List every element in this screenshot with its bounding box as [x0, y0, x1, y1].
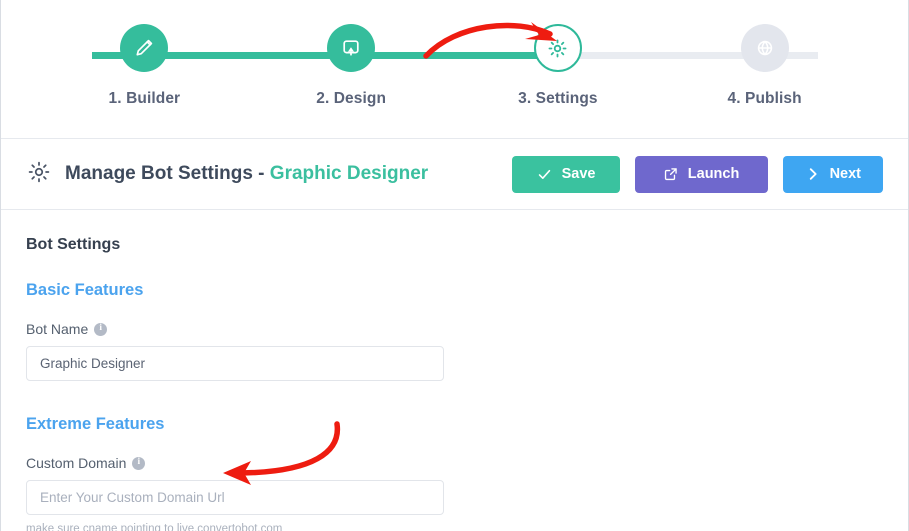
page-title: Manage Bot Settings - Graphic Designer [65, 163, 428, 185]
check-icon [536, 166, 553, 183]
monitor-icon [339, 36, 363, 60]
setup-stepper: 1. Builder 2. Design 3. Settings 4. Publ… [1, 0, 908, 139]
step-design-label: 2. Design [316, 90, 387, 107]
basic-features-group: Basic Features Bot Name i [26, 281, 883, 381]
step-settings-label: 3. Settings [518, 90, 598, 107]
step-settings-circle[interactable] [533, 24, 582, 72]
page-header: Manage Bot Settings - Graphic Designer S… [1, 139, 908, 210]
custom-domain-help-text: make sure cname pointing to live.convert… [26, 523, 283, 531]
extreme-features-group: Extreme Features Custom Domain i make su… [26, 415, 883, 531]
extreme-features-title: Extreme Features [26, 415, 165, 433]
info-icon[interactable]: i [94, 322, 108, 336]
basic-features-title: Basic Features [26, 281, 144, 299]
step-design-circle[interactable] [327, 24, 376, 72]
save-button-label: Save [561, 166, 596, 182]
next-button-label: Next [829, 166, 861, 182]
chevron-right-icon [805, 166, 821, 182]
step-publish-circle[interactable] [740, 24, 789, 72]
page-title-bot-name: Graphic Designer [269, 163, 429, 184]
custom-domain-label: Custom Domain i [26, 455, 883, 471]
custom-domain-input[interactable] [26, 480, 444, 515]
gear-icon [26, 159, 52, 190]
step-publish-label: 4. Publish [727, 90, 802, 107]
step-settings[interactable]: 3. Settings [455, 0, 662, 108]
external-link-icon [663, 166, 679, 182]
next-button[interactable]: Next [782, 155, 883, 193]
step-builder-label: 1. Builder [108, 90, 181, 107]
step-design[interactable]: 2. Design [248, 0, 455, 108]
bot-name-input[interactable] [26, 346, 444, 381]
launch-button[interactable]: Launch [634, 155, 768, 193]
section-title: Bot Settings [26, 236, 121, 253]
header-actions: Save Launch Next [511, 155, 883, 193]
settings-form: Bot Settings Basic Features Bot Name i E… [1, 210, 908, 531]
step-builder-circle[interactable] [120, 24, 169, 72]
bot-name-label-text: Bot Name [26, 321, 89, 337]
page-title-prefix: Manage Bot Settings - [65, 163, 270, 184]
pencil-icon [132, 36, 156, 60]
step-publish[interactable]: 4. Publish [661, 0, 868, 108]
step-builder[interactable]: 1. Builder [41, 0, 248, 108]
launch-button-label: Launch [687, 166, 740, 182]
gear-icon [546, 37, 569, 60]
custom-domain-label-text: Custom Domain [26, 455, 127, 471]
save-button[interactable]: Save [511, 155, 620, 193]
bot-name-label: Bot Name i [26, 321, 883, 337]
globe-icon [753, 36, 777, 60]
info-icon[interactable]: i [132, 456, 146, 470]
bot-settings-page: 1. Builder 2. Design 3. Settings 4. Publ… [0, 0, 909, 531]
